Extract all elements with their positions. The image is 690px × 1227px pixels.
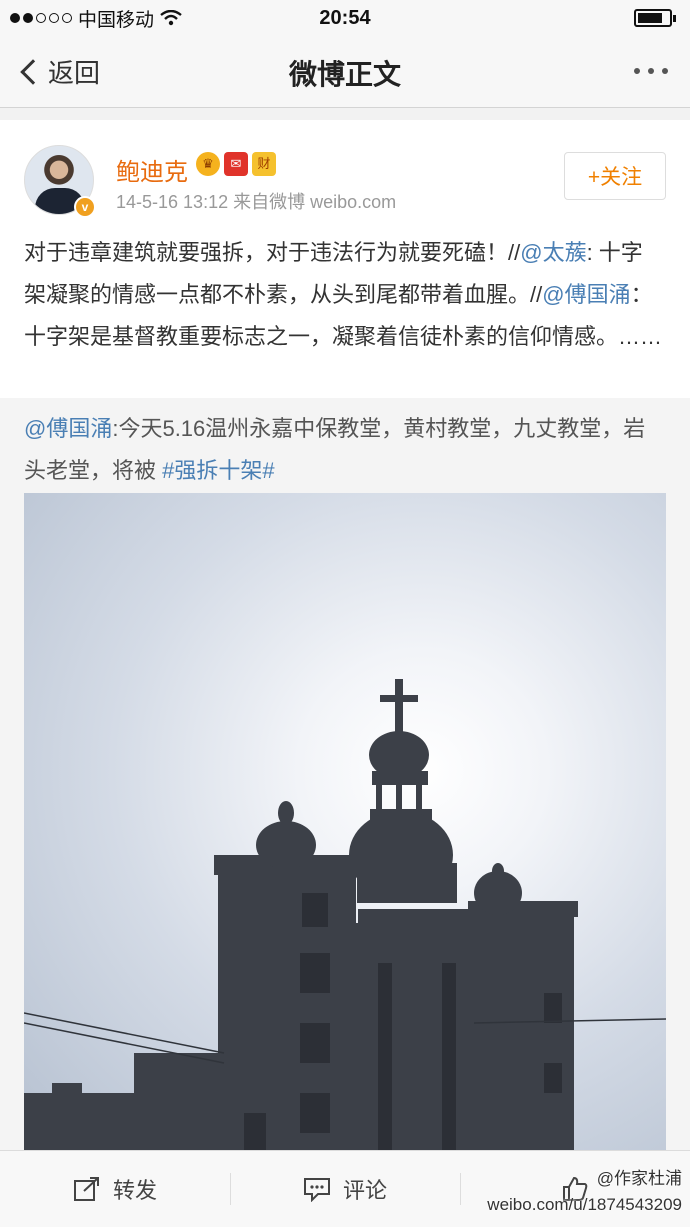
status-bar: 中国移动 20:54 bbox=[0, 0, 690, 36]
red-envelope-icon[interactable]: ✉ bbox=[224, 152, 248, 176]
battery-level bbox=[638, 13, 662, 23]
share-icon bbox=[73, 1177, 99, 1201]
repost-block[interactable]: @傅国涌:今天5.16温州永嘉中保教堂，黄村教堂，九丈教堂，岩头老堂，将被 #强… bbox=[0, 398, 690, 1153]
post-meta: 14-5-16 13:12 来自微博 weibo.com bbox=[116, 188, 396, 214]
text-segment: 对于违章建筑就要强拆，对于违法行为就要死磕！// bbox=[24, 240, 521, 265]
clock: 20:54 bbox=[319, 6, 371, 29]
crown-icon[interactable]: ♛ bbox=[196, 152, 220, 176]
comment-label: 评论 bbox=[342, 1178, 387, 1203]
post-source: 来自微博 weibo.com bbox=[233, 192, 397, 212]
post-text: 对于违章建筑就要强拆，对于违法行为就要死磕！//@太蔟: 十字架凝聚的情感一点都… bbox=[24, 232, 664, 358]
church-silhouette bbox=[24, 679, 666, 1153]
church-photo[interactable] bbox=[24, 493, 666, 1153]
author-badges: ♛ ✉ 财 bbox=[196, 152, 276, 176]
author-name[interactable]: 鲍迪克 bbox=[116, 152, 188, 187]
verified-icon: v bbox=[74, 196, 96, 218]
watermark-url: weibo.com/u/1874543209 bbox=[487, 1195, 682, 1214]
battery-icon bbox=[634, 9, 676, 27]
comment-button[interactable]: 评论 bbox=[230, 1151, 460, 1227]
follow-button[interactable]: +关注 bbox=[564, 152, 666, 200]
watermark-author: @作家杜浦 bbox=[596, 1169, 682, 1188]
comment-icon bbox=[303, 1178, 330, 1202]
watermark: @作家杜浦 weibo.com/u/1874543209 bbox=[487, 1166, 682, 1218]
text-segment: :今天5.16温州永嘉中保教堂，黄村教堂，九丈教堂，岩头老堂，将被 bbox=[24, 416, 646, 483]
more-icon[interactable] bbox=[634, 68, 668, 74]
repost-text: @傅国涌:今天5.16温州永嘉中保教堂，黄村教堂，九丈教堂，岩头老堂，将被 #强… bbox=[24, 408, 664, 492]
post-time: 14-5-16 13:12 bbox=[116, 192, 229, 212]
mention-link[interactable]: @傅国涌 bbox=[24, 416, 112, 441]
post-card: v 鲍迪克 ♛ ✉ 财 14-5-16 13:12 来自微博 weibo.com… bbox=[0, 120, 690, 1153]
page-title: 微博正文 bbox=[288, 59, 401, 90]
repost-label: 转发 bbox=[112, 1178, 157, 1203]
hashtag-link[interactable]: #强拆十架# bbox=[162, 458, 274, 483]
mention-link[interactable]: @傅国涌 bbox=[542, 282, 630, 307]
repost-button[interactable]: 转发 bbox=[0, 1151, 230, 1227]
mention-link[interactable]: @太蔟 bbox=[520, 240, 586, 265]
wealth-badge[interactable]: 财 bbox=[252, 152, 276, 176]
nav-bar: 返回 微博正文 bbox=[0, 36, 690, 108]
